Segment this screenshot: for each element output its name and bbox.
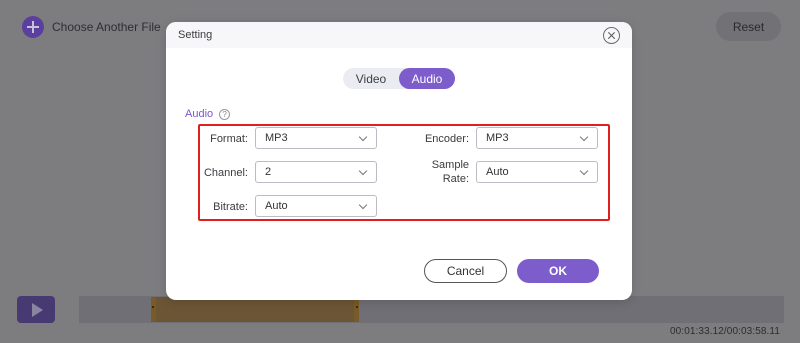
tab-audio[interactable]: Audio xyxy=(399,68,455,89)
cancel-button[interactable]: Cancel xyxy=(424,259,507,283)
section-title: Audio xyxy=(185,108,214,120)
sample-rate-label-line1: Sample xyxy=(431,159,469,171)
sample-rate-label-line2: Rate: xyxy=(442,173,469,185)
play-icon xyxy=(32,302,43,317)
bitrate-select[interactable]: Auto xyxy=(255,195,377,217)
ok-button[interactable]: OK xyxy=(517,259,599,283)
tab-video[interactable]: Video xyxy=(343,68,399,89)
channel-select[interactable]: 2 xyxy=(255,161,377,183)
time-readout: 00:01:33.12/00:03:58.11 xyxy=(670,326,780,337)
play-button[interactable] xyxy=(17,296,55,323)
format-value: MP3 xyxy=(265,132,288,144)
sample-rate-label: Sample Rate: xyxy=(432,158,469,186)
tab-switcher: Video Audio xyxy=(343,68,455,89)
plus-icon xyxy=(22,16,44,38)
bitrate-value: Auto xyxy=(265,200,288,212)
choose-another-file-button[interactable]: Choose Another File xyxy=(22,14,161,40)
dialog-header: Setting xyxy=(166,22,632,48)
dialog-title: Setting xyxy=(178,29,213,41)
bitrate-label: Bitrate: xyxy=(213,201,248,213)
help-icon[interactable]: ? xyxy=(219,108,231,120)
chevron-down-icon xyxy=(358,166,368,176)
reset-button[interactable]: Reset xyxy=(716,12,781,41)
sample-rate-value: Auto xyxy=(486,166,509,178)
encoder-value: MP3 xyxy=(486,132,509,144)
channel-value: 2 xyxy=(265,166,272,178)
encoder-select[interactable]: MP3 xyxy=(476,127,598,149)
setting-dialog: Setting Video Audio Audio ? Format: MP3 … xyxy=(166,22,632,300)
format-label: Format: xyxy=(210,133,248,145)
right-handle-grip[interactable] xyxy=(356,306,358,308)
format-select[interactable]: MP3 xyxy=(255,127,377,149)
section-label-audio: Audio ? xyxy=(185,108,231,120)
sample-rate-select[interactable]: Auto xyxy=(476,161,598,183)
chevron-down-icon xyxy=(579,166,589,176)
close-icon[interactable] xyxy=(603,27,620,44)
chevron-down-icon xyxy=(358,200,368,210)
timeline-clip-selection[interactable] xyxy=(151,297,359,322)
chevron-down-icon xyxy=(579,132,589,142)
left-handle-grip[interactable] xyxy=(152,306,154,308)
channel-label: Channel: xyxy=(203,167,248,179)
chevron-down-icon xyxy=(358,132,368,142)
encoder-label: Encoder: xyxy=(424,133,469,145)
choose-another-file-label: Choose Another File xyxy=(52,20,161,34)
